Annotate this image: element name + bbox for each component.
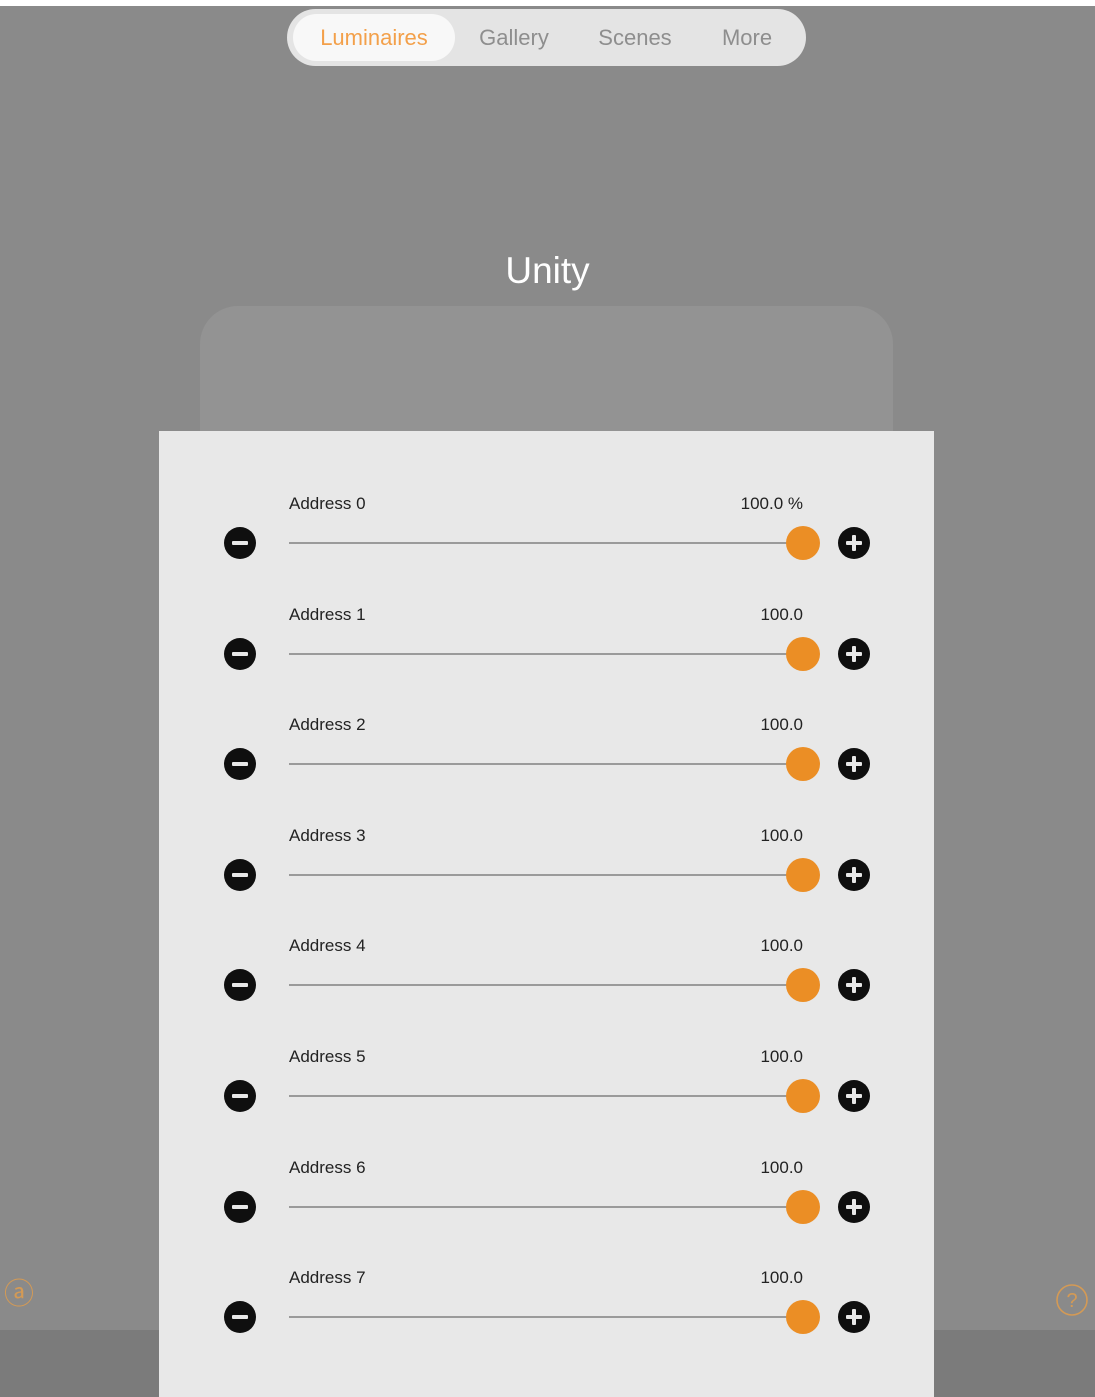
- slider-thumb[interactable]: [786, 1300, 820, 1334]
- slider-track: [289, 874, 803, 876]
- slider-row: Address 1 100.0: [159, 605, 934, 715]
- increase-button[interactable]: [838, 859, 870, 891]
- slider-value: 100.0: [760, 936, 803, 955]
- address-slider-panel: Address 0 100.0 % Address 1 100.0 Address 2 1…: [159, 431, 934, 1397]
- decrease-button[interactable]: [224, 527, 256, 559]
- slider-track: [289, 984, 803, 986]
- slider-row: Address 2 100.0: [159, 715, 934, 825]
- tab-more[interactable]: More: [697, 14, 797, 61]
- help-circle-icon[interactable]: ?: [1055, 1283, 1089, 1323]
- slider-row: Address 6 100.0: [159, 1158, 934, 1268]
- svg-text:?: ?: [1066, 1290, 1077, 1312]
- brightness-slider[interactable]: [289, 962, 820, 1008]
- brightness-slider[interactable]: [289, 741, 820, 787]
- slider-value: 100.0 %: [740, 494, 803, 513]
- slider-value: 100.0: [760, 826, 803, 845]
- plus-icon-vertical: [852, 1309, 856, 1325]
- brightness-slider[interactable]: [289, 631, 820, 677]
- slider-thumb[interactable]: [786, 858, 820, 892]
- slider-row: Address 0 100.0 %: [159, 494, 934, 604]
- slider-track: [289, 1095, 803, 1097]
- plus-icon-vertical: [852, 867, 856, 883]
- plus-icon-vertical: [852, 1088, 856, 1104]
- slider-row: Address 3 100.0: [159, 826, 934, 936]
- slider-label: Address 4: [289, 936, 366, 955]
- slider-label: Address 1: [289, 605, 366, 624]
- increase-button[interactable]: [838, 638, 870, 670]
- plus-icon-vertical: [852, 646, 856, 662]
- slider-track: [289, 1316, 803, 1318]
- slider-track: [289, 763, 803, 765]
- slider-track: [289, 653, 803, 655]
- help-circle-svg: ?: [1056, 1284, 1088, 1316]
- slider-thumb[interactable]: [786, 1190, 820, 1224]
- decrease-button[interactable]: [224, 1301, 256, 1333]
- minus-icon: [232, 762, 248, 766]
- minus-icon: [232, 1315, 248, 1319]
- slider-value: 100.0: [760, 715, 803, 734]
- slider-label: Address 6: [289, 1158, 366, 1177]
- minus-icon: [232, 1094, 248, 1098]
- slider-label: Address 5: [289, 1047, 366, 1066]
- slider-label: Address 0: [289, 494, 366, 513]
- slider-label: Address 2: [289, 715, 366, 734]
- increase-button[interactable]: [838, 1080, 870, 1112]
- tab-gallery[interactable]: Gallery: [455, 14, 573, 61]
- increase-button[interactable]: [838, 748, 870, 780]
- slider-value: 100.0: [760, 1047, 803, 1066]
- plus-icon-vertical: [852, 535, 856, 551]
- decrease-button[interactable]: [224, 969, 256, 1001]
- slider-thumb[interactable]: [786, 637, 820, 671]
- brightness-slider[interactable]: [289, 520, 820, 566]
- brightness-slider[interactable]: [289, 1184, 820, 1230]
- plus-icon-vertical: [852, 756, 856, 772]
- slider-track: [289, 542, 803, 544]
- increase-button[interactable]: [838, 1191, 870, 1223]
- slider-row: Address 4 100.0: [159, 936, 934, 1046]
- minus-icon: [232, 983, 248, 987]
- plus-icon-vertical: [852, 977, 856, 993]
- decrease-button[interactable]: [224, 748, 256, 780]
- slider-thumb[interactable]: [786, 968, 820, 1002]
- decrease-button[interactable]: [224, 638, 256, 670]
- slider-thumb[interactable]: [786, 1079, 820, 1113]
- plus-icon-vertical: [852, 1199, 856, 1215]
- slider-label: Address 7: [289, 1268, 366, 1287]
- slider-row: Address 7 100.0: [159, 1268, 934, 1378]
- page-title: Unity: [505, 250, 590, 291]
- increase-button[interactable]: [838, 527, 870, 559]
- tab-scenes[interactable]: Scenes: [573, 14, 697, 61]
- minus-icon: [232, 873, 248, 877]
- decrease-button[interactable]: [224, 1080, 256, 1112]
- decrease-button[interactable]: [224, 859, 256, 891]
- slider-row: Address 5 100.0: [159, 1047, 934, 1157]
- minus-icon: [232, 652, 248, 656]
- decrease-button[interactable]: [224, 1191, 256, 1223]
- slider-value: 100.0: [760, 605, 803, 624]
- slider-value: 100.0: [760, 1158, 803, 1177]
- slider-track: [289, 1206, 803, 1208]
- slider-value: 100.0: [760, 1268, 803, 1287]
- brightness-slider[interactable]: [289, 1294, 820, 1340]
- increase-button[interactable]: [838, 1301, 870, 1333]
- at-sign-icon[interactable]: ⓐ: [4, 1280, 34, 1310]
- slider-thumb[interactable]: [786, 526, 820, 560]
- tab-luminaires[interactable]: Luminaires: [293, 14, 455, 61]
- brightness-slider[interactable]: [289, 852, 820, 898]
- increase-button[interactable]: [838, 969, 870, 1001]
- slider-thumb[interactable]: [786, 747, 820, 781]
- top-strip: [0, 0, 1095, 6]
- slider-label: Address 3: [289, 826, 366, 845]
- minus-icon: [232, 541, 248, 545]
- minus-icon: [232, 1205, 248, 1209]
- brightness-slider[interactable]: [289, 1073, 820, 1119]
- tab-bar: Luminaires Gallery Scenes More: [287, 9, 806, 66]
